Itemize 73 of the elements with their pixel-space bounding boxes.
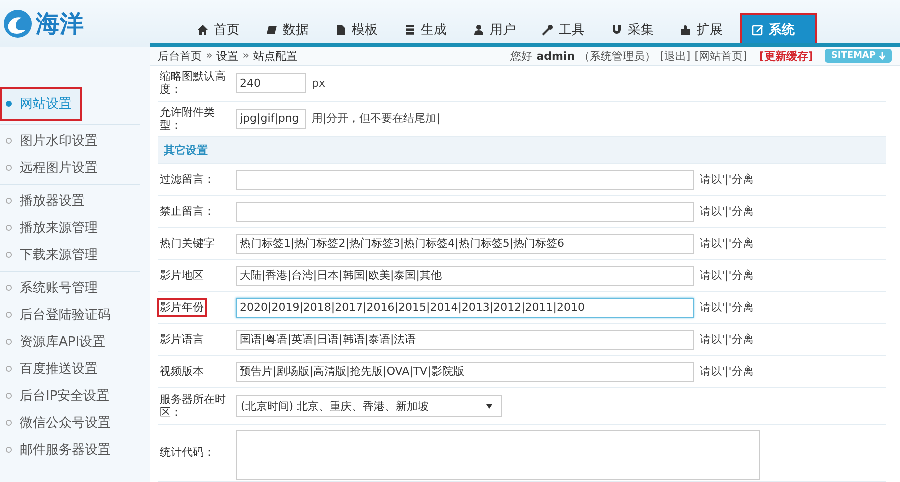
input-field[interactable]: 大陆|香港|台湾|日本|韩国|欧美|泰国|其他 [236,266,694,286]
input-field[interactable] [236,170,694,190]
field-hint: 请以'|'分离 [700,364,754,379]
sidebar-item[interactable]: 图片水印设置 [0,127,140,154]
breadcrumb-link[interactable]: 后台首页 [158,48,202,64]
sidebar-item[interactable]: 邮件服务器设置 [0,436,140,463]
field-hint: 请以'|'分离 [700,332,754,347]
input-field[interactable] [236,202,694,222]
nav-tab[interactable]: 采集 [602,15,663,45]
download-arrow-icon [879,52,886,61]
nav-tab[interactable]: 用户 [464,15,525,45]
field-hint: 请以'|'分离 [700,172,754,187]
section-heading: 其它设置 [164,142,208,158]
nav-tab[interactable]: 扩展 [671,15,732,45]
role-text: （系统管理员） [579,48,656,64]
nav-tab[interactable]: 首页 [188,15,249,45]
field-label: 影片地区 [159,268,205,284]
field-label: 缩略图默认高度： [159,69,227,98]
server-icon [404,24,416,36]
field-hint: 请以'|'分离 [700,204,754,219]
nav-tab[interactable]: 数据 [257,15,318,45]
field-hint: 请以'|'分离 [700,300,754,315]
sidebar-item[interactable]: 系统账号管理 [0,274,140,301]
breadcrumb-link[interactable]: 站点配置 [253,48,298,64]
greeting-text: 您好 [510,48,533,64]
field-hint: 用|分开，但不要在结尾加| [312,111,440,126]
home-icon [197,24,209,36]
sidebar-item[interactable]: 资源库API设置 [0,328,140,355]
edit-icon [752,24,764,36]
field-hint: 请以'|'分离 [700,236,754,251]
sidebar-item[interactable]: 下载来源管理 [0,241,140,268]
breadcrumb-separator: » [242,48,250,64]
field-label: 禁止留言： [159,204,216,220]
field-label: 服务器所在时区： [159,392,227,421]
sidebar-item[interactable]: 播放器设置 [0,187,140,214]
breadcrumb-separator: » [206,48,213,64]
input-field[interactable]: 240 [236,73,306,94]
magnet-icon [611,24,623,36]
field-label: 允许附件类型： [159,104,216,134]
code-textarea[interactable] [236,430,760,480]
sidebar-item[interactable]: 远程图片设置 [0,154,140,181]
input-field[interactable]: 预告片|剧场版|高清版|抢先版|OVA|TV|影院版 [236,362,694,382]
logout-link[interactable]: [退出] [660,48,691,64]
wave-logo-icon [2,8,34,40]
logo-text: 海洋 [36,8,84,40]
field-hint: px [312,76,326,90]
sidebar-item[interactable]: 微信公众号设置 [0,409,140,436]
input-field[interactable]: 热门标签1|热门标签2|热门标签3|热门标签4|热门标签5|热门标签6 [236,234,694,254]
field-label: 影片年份 [157,298,207,318]
field-label: 视频版本 [159,364,205,380]
field-label: 过滤留言： [159,172,216,188]
field-hint: 请以'|'分离 [700,268,754,283]
timezone-dropdown[interactable]: (北京时间) 北京、重庆、香港、新加坡 [236,395,502,417]
caret-icon [486,404,493,408]
field-label: 热门关键字 [159,236,216,252]
sidebar-item[interactable]: 后台登陆验证码 [0,301,140,328]
input-field[interactable]: 国语|粤语|英语|日语|韩语|泰语|法语 [236,330,694,350]
refresh-cache-link[interactable]: [更新缓存] [759,48,814,64]
field-label: 统计代码： [159,445,216,462]
sidebar-item[interactable]: 后台IP安全设置 [0,382,140,409]
nav-tab[interactable]: 模板 [326,15,387,45]
user-icon [473,24,485,36]
nav-tab[interactable]: 生成 [395,15,456,45]
breadcrumb-link[interactable]: 设置 [216,48,239,64]
nav-tab[interactable]: 工具 [533,15,594,45]
sidebar-item[interactable]: 百度推送设置 [0,355,140,382]
sidebar-item[interactable]: 播放来源管理 [0,214,140,241]
input-field[interactable]: 2020|2019|2018|2017|2016|2015|2014|2013|2012|2011|2010 [236,298,694,318]
input-field[interactable]: jpg|gif|png [236,108,306,129]
file-icon [335,24,347,36]
username-text: admin [536,50,576,63]
site-home-link[interactable]: [网站首页] [694,48,748,64]
field-label: 影片语言 [159,332,205,348]
